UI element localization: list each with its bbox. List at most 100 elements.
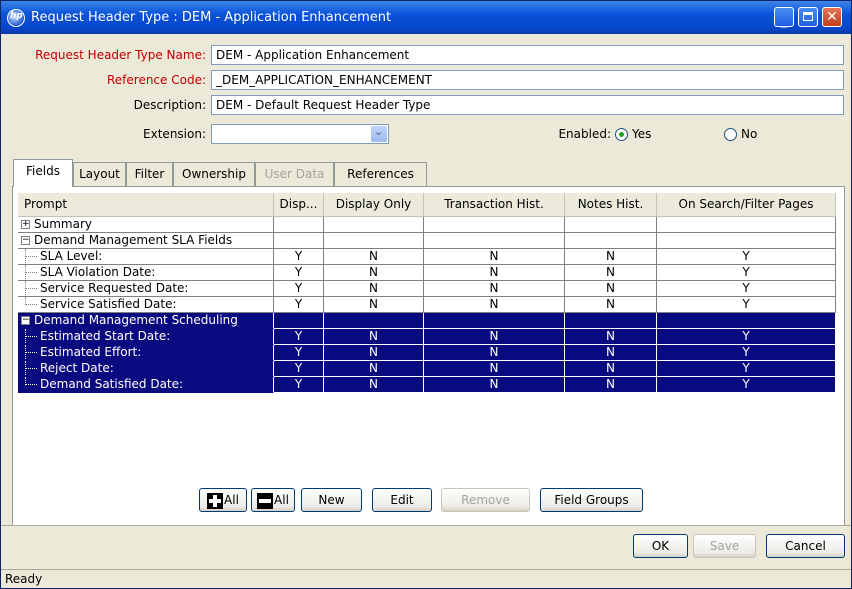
prompt-cell[interactable]: Service Requested Date: [18, 281, 274, 297]
table-cell[interactable]: Y [274, 361, 324, 377]
enabled-yes-radio[interactable] [615, 128, 628, 141]
table-cell[interactable] [565, 233, 657, 249]
table-row[interactable]: Service Satisfied Date: Y N N N Y [18, 297, 836, 313]
prompt-cell[interactable]: + Summary [18, 217, 274, 233]
tab-filter[interactable]: Filter [126, 162, 173, 186]
table-cell[interactable]: Y [657, 361, 836, 377]
table-cell[interactable] [274, 217, 324, 233]
table-cell[interactable] [424, 313, 565, 329]
table-cell[interactable] [274, 313, 324, 329]
table-cell[interactable] [324, 217, 424, 233]
table-cell[interactable]: N [565, 265, 657, 281]
prompt-cell[interactable]: Service Satisfied Date: [18, 297, 274, 313]
table-cell[interactable]: Y [657, 297, 836, 313]
prompt-cell[interactable]: Reject Date: [18, 361, 274, 377]
field-groups-button[interactable]: Field Groups [540, 488, 643, 512]
table-cell[interactable]: N [424, 297, 565, 313]
table-cell[interactable]: Y [657, 345, 836, 361]
prompt-cell[interactable]: Estimated Effort: [18, 345, 274, 361]
table-cell[interactable]: Y [274, 249, 324, 265]
table-cell[interactable]: N [324, 281, 424, 297]
table-cell[interactable]: N [324, 361, 424, 377]
table-cell[interactable]: N [424, 281, 565, 297]
table-cell[interactable]: Y [274, 345, 324, 361]
table-cell[interactable]: Y [274, 377, 324, 393]
new-button[interactable]: New [301, 488, 362, 512]
remove-button[interactable]: Remove [441, 488, 530, 512]
table-cell[interactable]: Y [657, 377, 836, 393]
table-cell[interactable]: N [565, 281, 657, 297]
table-cell[interactable]: N [424, 249, 565, 265]
column-header-search-filter[interactable]: On Search/Filter Pages [657, 193, 836, 217]
table-cell[interactable] [324, 313, 424, 329]
prompt-cell[interactable]: Demand Satisfied Date: [18, 377, 274, 393]
tab-references[interactable]: References [334, 162, 427, 186]
column-header-transaction-hist[interactable]: Transaction Hist. [424, 193, 565, 217]
table-cell[interactable] [274, 233, 324, 249]
edit-button[interactable]: Edit [372, 488, 432, 512]
table-cell[interactable] [565, 313, 657, 329]
prompt-cell[interactable]: − Demand Management SLA Fields [18, 233, 274, 249]
expand-icon[interactable]: + [21, 220, 30, 229]
save-button[interactable]: Save [693, 534, 756, 558]
table-row[interactable]: Estimated Start Date: Y N N N Y [18, 329, 836, 345]
table-cell[interactable]: N [424, 361, 565, 377]
table-cell[interactable]: Y [274, 297, 324, 313]
table-row[interactable]: SLA Level: Y N N N Y [18, 249, 836, 265]
ok-button[interactable]: OK [633, 534, 688, 558]
table-cell[interactable] [657, 217, 836, 233]
prompt-cell[interactable]: − Demand Management Scheduling [18, 313, 274, 329]
table-cell[interactable]: N [424, 265, 565, 281]
table-cell[interactable]: N [324, 297, 424, 313]
table-cell[interactable]: N [424, 377, 565, 393]
table-cell[interactable]: N [565, 249, 657, 265]
table-cell[interactable]: Y [657, 329, 836, 345]
prompt-cell[interactable]: Estimated Start Date: [18, 329, 274, 345]
tab-user-data[interactable]: User Data [255, 162, 334, 186]
table-cell[interactable] [324, 233, 424, 249]
column-header-notes-hist[interactable]: Notes Hist. [565, 193, 657, 217]
expand-all-button[interactable]: All [199, 488, 247, 512]
table-cell[interactable]: Y [274, 329, 324, 345]
column-header-display[interactable]: Disp... [274, 193, 324, 217]
tab-ownership[interactable]: Ownership [173, 162, 255, 186]
table-cell[interactable]: Y [657, 265, 836, 281]
extension-select[interactable]: ⌄ [211, 124, 389, 144]
table-row[interactable]: Reject Date: Y N N N Y [18, 361, 836, 377]
table-cell[interactable]: N [324, 249, 424, 265]
table-cell[interactable]: N [424, 345, 565, 361]
chevron-down-icon[interactable]: ⌄ [371, 125, 387, 142]
collapse-icon[interactable]: − [21, 236, 30, 245]
table-cell[interactable] [424, 233, 565, 249]
table-cell[interactable]: N [324, 329, 424, 345]
column-header-prompt[interactable]: Prompt [18, 193, 274, 217]
minimize-button[interactable]: _ [774, 7, 794, 28]
table-cell[interactable]: N [565, 297, 657, 313]
table-cell[interactable]: N [424, 329, 565, 345]
table-cell[interactable]: N [565, 329, 657, 345]
table-row[interactable]: − Demand Management Scheduling [18, 313, 836, 329]
table-cell[interactable]: N [324, 265, 424, 281]
table-cell[interactable]: Y [657, 281, 836, 297]
tab-fields[interactable]: Fields [13, 159, 73, 187]
table-cell[interactable]: Y [274, 281, 324, 297]
prompt-cell[interactable]: SLA Violation Date: [18, 265, 274, 281]
reference-code-field[interactable]: _DEM_APPLICATION_ENHANCEMENT [211, 70, 844, 90]
table-row[interactable]: SLA Violation Date: Y N N N Y [18, 265, 836, 281]
table-cell[interactable]: N [324, 377, 424, 393]
table-cell[interactable]: Y [657, 249, 836, 265]
table-cell[interactable]: Y [274, 265, 324, 281]
table-row[interactable]: Estimated Effort: Y N N N Y [18, 345, 836, 361]
collapse-all-button[interactable]: All [251, 488, 295, 512]
table-cell[interactable] [657, 313, 836, 329]
close-button[interactable]: ✕ [822, 7, 842, 27]
prompt-cell[interactable]: SLA Level: [18, 249, 274, 265]
table-cell[interactable] [565, 217, 657, 233]
collapse-icon[interactable]: − [21, 316, 30, 325]
name-field[interactable]: DEM - Application Enhancement [211, 45, 844, 65]
table-cell[interactable] [657, 233, 836, 249]
column-header-display-only[interactable]: Display Only [324, 193, 424, 217]
maximize-button[interactable] [798, 7, 818, 27]
table-cell[interactable] [424, 217, 565, 233]
tab-layout[interactable]: Layout [73, 162, 126, 186]
